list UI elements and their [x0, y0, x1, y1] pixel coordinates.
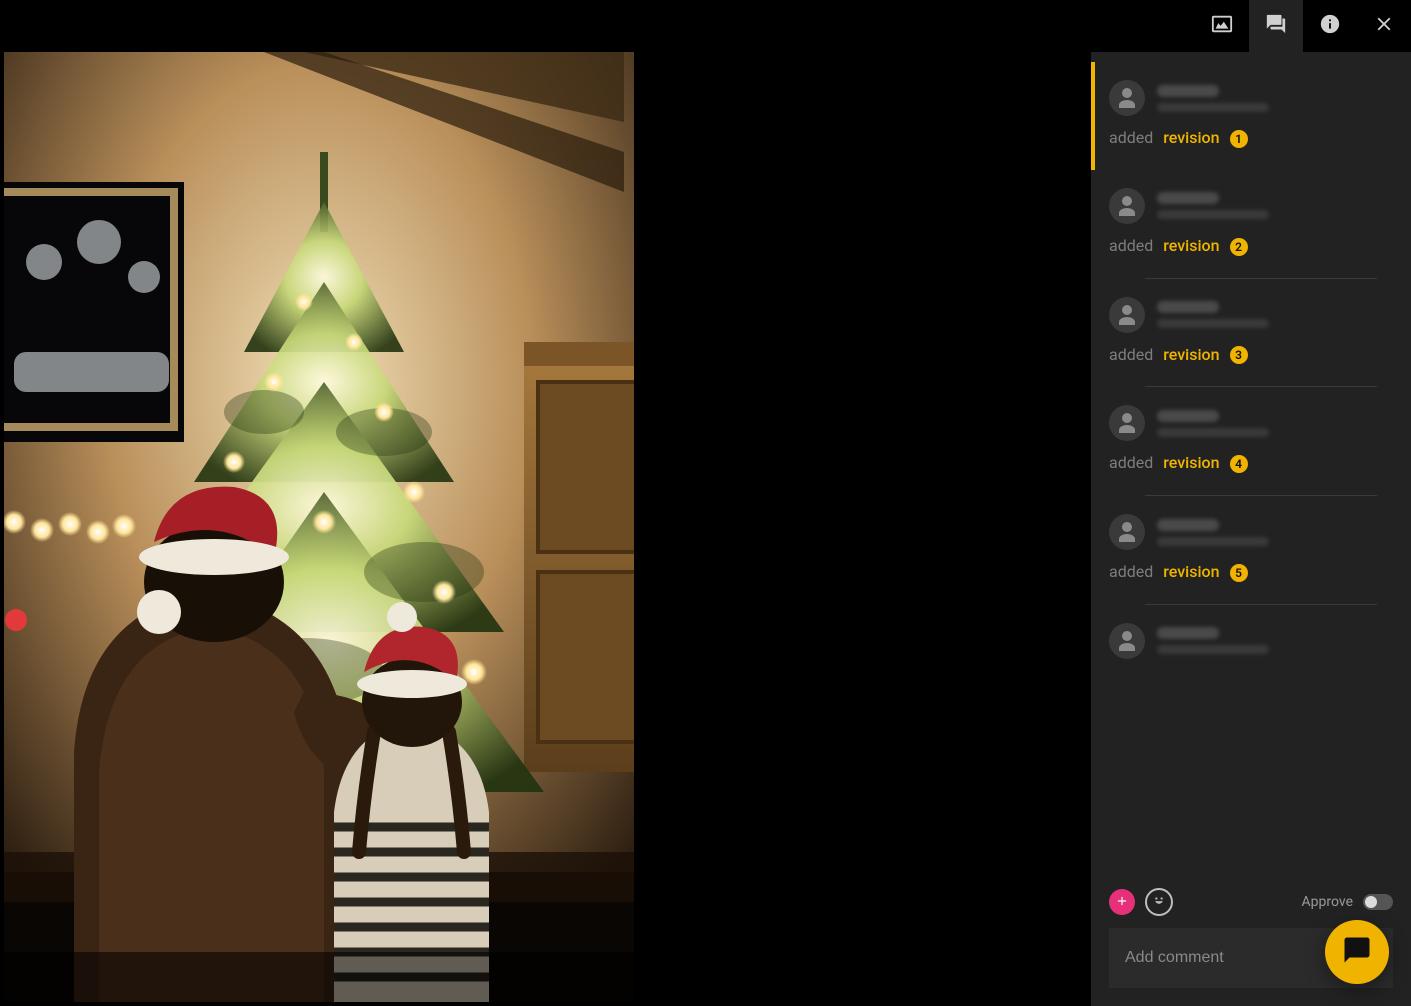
tab-comments[interactable]: [1249, 0, 1303, 52]
tab-image[interactable]: [1195, 0, 1249, 52]
intercom-launcher[interactable]: [1325, 920, 1389, 984]
activity-panel: added revision 1: [1091, 52, 1411, 1006]
timestamp-redacted: [1157, 319, 1269, 328]
entry-header: [1109, 188, 1393, 224]
user-name-redacted: [1157, 519, 1219, 531]
entry-header: [1109, 297, 1393, 333]
activity-entry[interactable]: added revision 1: [1091, 62, 1411, 170]
revision-badge: 4: [1230, 455, 1248, 473]
entry-action: added revision 5: [1109, 562, 1393, 582]
action-added: added: [1109, 562, 1153, 581]
emoji-button[interactable]: [1145, 888, 1173, 916]
avatar: [1109, 623, 1145, 659]
avatar: [1109, 405, 1145, 441]
activity-entry[interactable]: [1091, 605, 1411, 693]
action-revision[interactable]: revision: [1163, 562, 1219, 581]
close-button[interactable]: [1357, 0, 1411, 52]
action-revision[interactable]: revision: [1163, 345, 1219, 364]
timestamp-redacted: [1157, 103, 1269, 112]
timestamp-redacted: [1157, 537, 1269, 546]
user-name-redacted: [1157, 85, 1219, 97]
activity-entry[interactable]: added revision 4: [1091, 387, 1411, 495]
right-column: added revision 1: [1091, 0, 1411, 1006]
avatar: [1109, 188, 1145, 224]
user-name-redacted: [1157, 627, 1219, 639]
entry-header: [1109, 80, 1393, 116]
entry-header: [1109, 514, 1393, 550]
activity-entry[interactable]: added revision 3: [1091, 279, 1411, 387]
activity-entry[interactable]: added revision 2: [1091, 170, 1411, 278]
action-added: added: [1109, 453, 1153, 472]
user-name-redacted: [1157, 192, 1219, 204]
entry-header: [1109, 623, 1393, 659]
activity-entry[interactable]: added revision 5: [1091, 496, 1411, 604]
tab-bar: [1091, 0, 1411, 52]
timestamp-redacted: [1157, 210, 1269, 219]
entry-action: added revision 4: [1109, 453, 1393, 473]
timestamp-redacted: [1157, 645, 1269, 654]
revision-badge: 3: [1230, 346, 1248, 364]
action-revision[interactable]: revision: [1163, 236, 1219, 255]
chat-icon: [1342, 935, 1372, 969]
avatar: [1109, 297, 1145, 333]
timestamp-redacted: [1157, 428, 1269, 437]
action-revision[interactable]: revision: [1163, 453, 1219, 472]
add-button[interactable]: [1109, 889, 1135, 915]
main-image[interactable]: [4, 52, 634, 1002]
close-icon: [1373, 13, 1395, 39]
entry-action: added revision 1: [1109, 128, 1393, 148]
avatar: [1109, 514, 1145, 550]
viewer-area: [0, 0, 1091, 1006]
photo-icon: [1211, 13, 1233, 39]
viewer-topbar: [0, 0, 1091, 52]
action-added: added: [1109, 128, 1153, 147]
tab-info[interactable]: [1303, 0, 1357, 52]
activity-list[interactable]: added revision 1: [1091, 62, 1411, 906]
user-name-redacted: [1157, 301, 1219, 313]
user-name-redacted: [1157, 410, 1219, 422]
revision-badge: 2: [1230, 238, 1248, 256]
entry-header: [1109, 405, 1393, 441]
entry-action: added revision 3: [1109, 345, 1393, 365]
entry-action: added revision 2: [1109, 236, 1393, 256]
revision-badge: 1: [1230, 130, 1248, 148]
smile-icon: [1150, 891, 1168, 913]
action-revision[interactable]: revision: [1163, 128, 1219, 147]
approve-label: Approve: [1302, 894, 1353, 910]
approve-toggle[interactable]: [1363, 894, 1393, 910]
info-icon: [1319, 13, 1341, 39]
revision-badge: 5: [1230, 564, 1248, 582]
action-added: added: [1109, 345, 1153, 364]
question-answer-icon: [1265, 13, 1287, 39]
plus-icon: [1115, 893, 1129, 912]
action-added: added: [1109, 236, 1153, 255]
avatar: [1109, 80, 1145, 116]
